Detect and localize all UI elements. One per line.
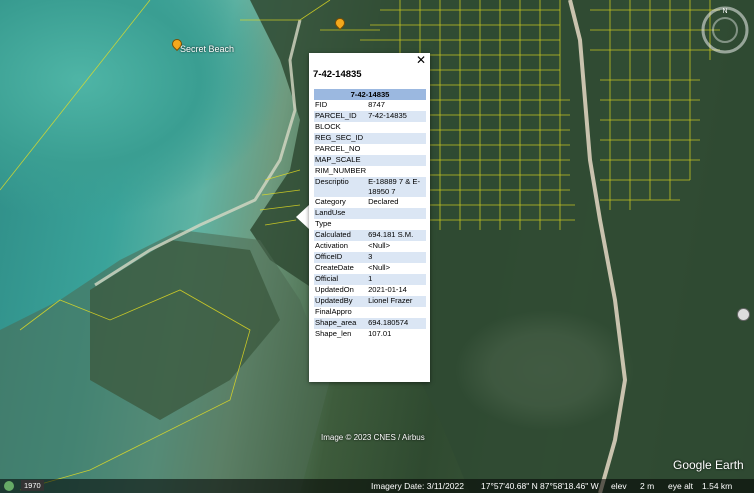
attribute-key: Shape_area <box>314 318 368 329</box>
attribute-key: REG_SEC_ID <box>314 133 368 144</box>
attribute-key: FID <box>315 100 328 109</box>
attribute-value: 2021-01-14 <box>368 285 407 294</box>
attribute-key: LandUse <box>314 208 368 219</box>
imagery-date: Imagery Date: 3/11/2022 <box>371 481 464 491</box>
attribute-row: Calculated 694.181 S.M. <box>314 230 426 241</box>
compass-north-label: N <box>722 8 727 15</box>
attribute-key: Category <box>315 197 346 206</box>
attribute-value <box>367 208 426 219</box>
attribute-key: RIM_NUMBER <box>315 166 367 175</box>
attribute-row: Type <box>314 219 426 230</box>
attribute-key: FinalAppro <box>315 307 352 316</box>
elev-label: elev <box>611 481 627 491</box>
status-bar: Imagery Date: 3/11/2022 17°57'40.68" N 8… <box>0 479 754 493</box>
attribute-value <box>367 133 426 144</box>
table-header: 7-42-14835 <box>314 89 426 100</box>
attribute-row: PARCEL_ID 7-42-14835 <box>314 111 426 122</box>
attribute-key: Type <box>315 219 332 228</box>
popup-pointer <box>296 205 309 229</box>
elev-value: 2 m <box>640 481 655 491</box>
attribute-value: 694.181 S.M. <box>367 230 426 241</box>
attribute-key: PARCEL_NO <box>315 144 361 153</box>
eye-alt-label: eye alt <box>668 481 694 491</box>
attribute-row: Category Declared <box>314 197 426 208</box>
image-credit: Image © 2023 CNES / Airbus <box>321 433 425 442</box>
popup-title: 7-42-14835 <box>313 69 362 80</box>
longitude: 87°58'18.46" W <box>540 481 599 491</box>
attribute-key: Calculated <box>314 230 368 241</box>
attribute-key: UpdatedBy <box>314 296 368 307</box>
attribute-value: E-18889 7 & E-18950 7 <box>367 177 426 197</box>
attribute-key: BLOCK <box>315 122 341 131</box>
attribute-value: 8747 <box>368 100 385 109</box>
attribute-value: 1 <box>367 274 426 285</box>
attribute-row: UpdatedBy Lionel Frazer <box>314 296 426 307</box>
attribute-value <box>367 166 426 177</box>
google-earth-logo: Google Earth <box>673 458 744 472</box>
attribute-value <box>367 307 426 318</box>
attribute-value <box>367 219 426 230</box>
attribute-key: CreateDate <box>315 263 354 272</box>
attribute-value: 694.180574 <box>367 318 426 329</box>
attribute-key: OfficeID <box>314 252 368 263</box>
year-label: 1970 <box>21 480 44 491</box>
attribute-row: MAP_SCALE <box>314 155 426 166</box>
place-label: Secret Beach <box>180 44 235 54</box>
attribute-value: Declared <box>368 197 399 206</box>
attribute-row: REG_SEC_ID <box>314 133 426 144</box>
attribute-row: Shape_area 694.180574 <box>314 318 426 329</box>
attribute-row: Activation <Null> <box>314 241 426 252</box>
attribute-key: Descriptio <box>314 177 368 197</box>
close-icon[interactable]: ✕ <box>416 54 426 66</box>
attribute-key: Official <box>314 274 368 285</box>
attribute-value <box>367 122 426 133</box>
attribute-row: CreateDate <Null> <box>314 263 426 274</box>
attribute-value <box>367 155 426 166</box>
historical-imagery-icon[interactable] <box>4 481 14 491</box>
attribute-key: UpdatedOn <box>315 285 354 294</box>
attribute-key: PARCEL_ID <box>314 111 368 122</box>
parcel-info-popup: ✕ 7-42-14835 7-42-14835 FID 8747 PARCEL_ID… <box>309 53 430 382</box>
attribute-row: Descriptio E-18889 7 & E-18950 7 <box>314 177 426 197</box>
navigation-compass[interactable]: N <box>700 5 750 55</box>
attribute-value: <Null> <box>368 241 391 250</box>
attribute-row: Official 1 <box>314 274 426 285</box>
latitude: 17°57'40.68" N <box>481 481 538 491</box>
attribute-row: UpdatedOn 2021-01-14 <box>314 285 426 296</box>
attribute-value <box>367 144 426 155</box>
attribute-row: LandUse <box>314 208 426 219</box>
attribute-row: OfficeID 3 <box>314 252 426 263</box>
attribute-value: 107.01 <box>368 329 392 338</box>
attribute-row: FID 8747 <box>314 100 426 111</box>
attribute-value: <Null> <box>368 263 391 272</box>
attribute-table: 7-42-14835 FID 8747 PARCEL_ID 7-42-14835 BLO… <box>314 89 426 340</box>
attribute-key: Shape_len <box>315 329 352 338</box>
zoom-slider-handle[interactable] <box>737 308 750 321</box>
eye-alt-value: 1.54 km <box>702 481 733 491</box>
attribute-value: 7-42-14835 <box>367 111 426 122</box>
attribute-row: Shape_len 107.01 <box>314 329 426 340</box>
attribute-row: BLOCK <box>314 122 426 133</box>
attribute-row: FinalAppro <box>314 307 426 318</box>
attribute-key: MAP_SCALE <box>314 155 368 166</box>
attribute-key: Activation <box>315 241 348 250</box>
attribute-value: Lionel Frazer <box>367 296 426 307</box>
attribute-row: PARCEL_NO <box>314 144 426 155</box>
attribute-value: 3 <box>367 252 426 263</box>
attribute-row: RIM_NUMBER <box>314 166 426 177</box>
